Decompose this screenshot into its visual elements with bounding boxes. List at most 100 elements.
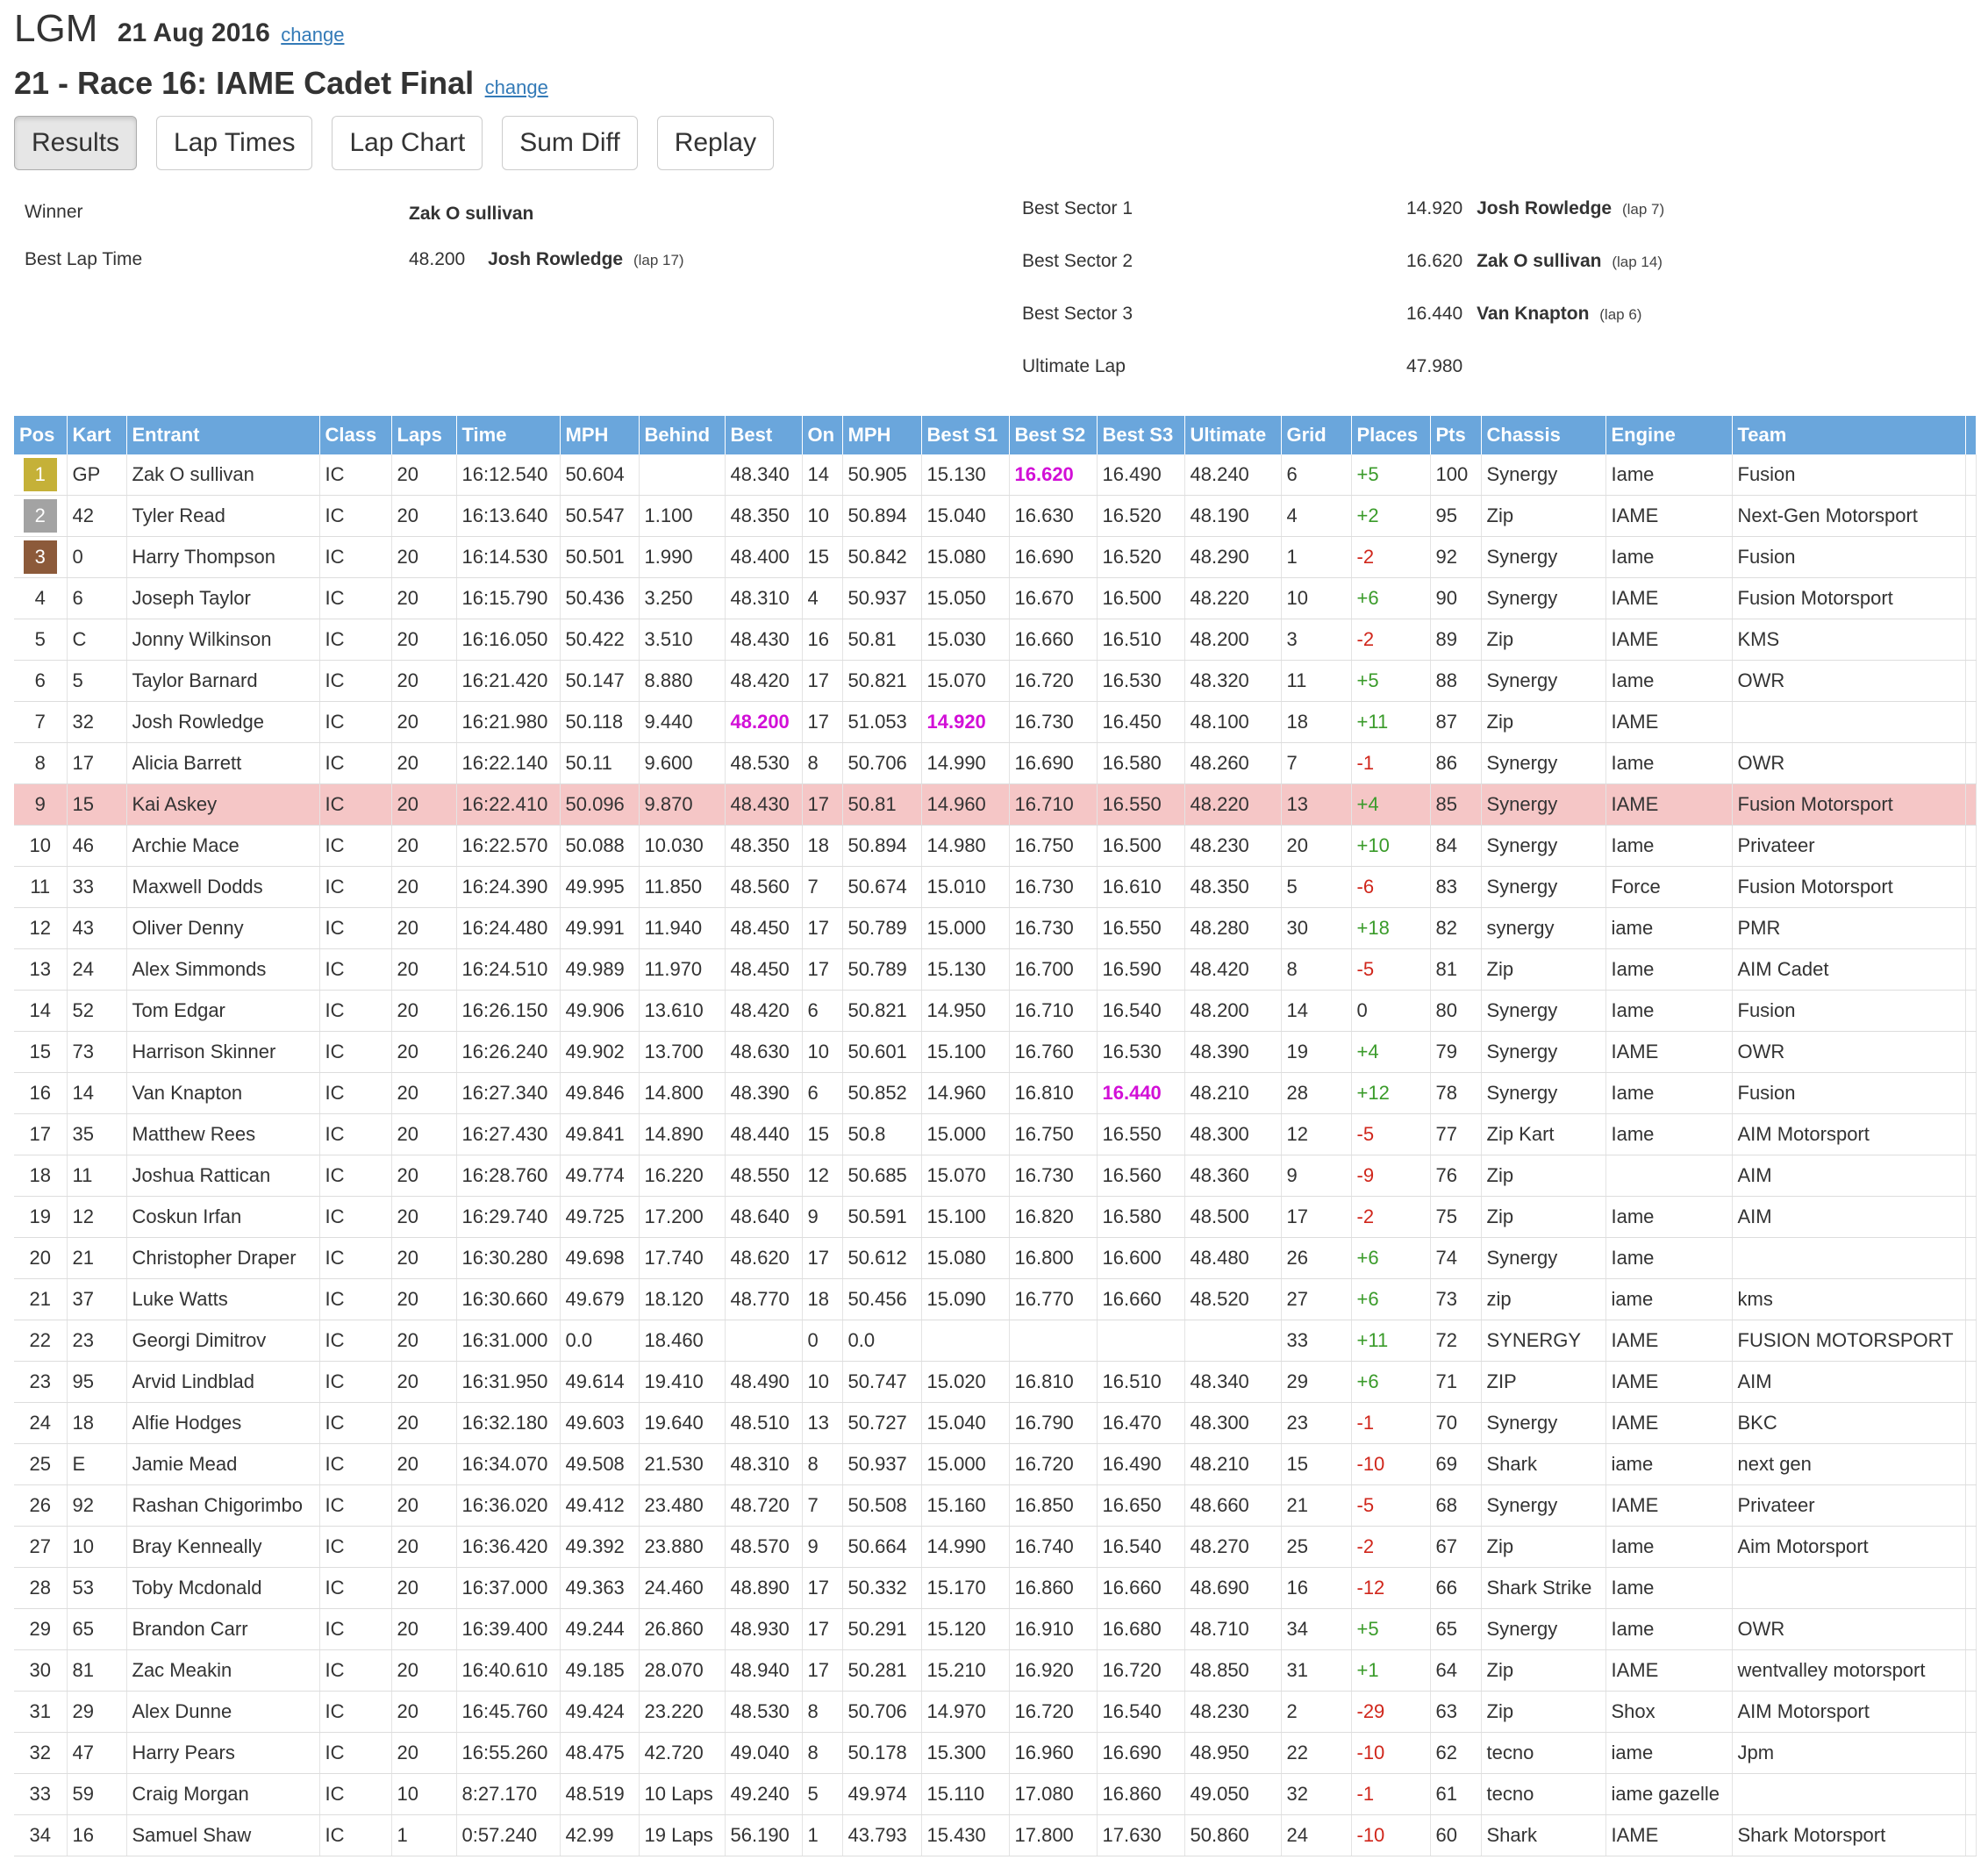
change-date-link[interactable]: change <box>281 24 344 46</box>
cell-on: 10 <box>802 1031 843 1073</box>
cell-chassis: Synergy <box>1481 1031 1606 1073</box>
table-row[interactable]: 12 43 Oliver Denny IC 20 16:24.480 49.991 11.94… <box>14 907 1977 949</box>
cell-engine: Iame <box>1605 990 1733 1032</box>
table-row[interactable]: 18 11 Joshua Rattican IC 20 16:28.760 49.774 16… <box>14 1155 1977 1197</box>
column-header-laps[interactable]: Laps <box>391 416 457 454</box>
table-row[interactable]: 2 42 Tyler Read IC 20 16:13.640 50.547 1.100 48.… <box>14 495 1977 537</box>
table-row[interactable]: 11 33 Maxwell Dodds IC 20 16:24.390 49.995 11.8… <box>14 866 1977 908</box>
cell-laps: 20 <box>391 1608 457 1650</box>
table-row[interactable]: 10 46 Archie Mace IC 20 16:22.570 50.088 10.030… <box>14 825 1977 867</box>
cell-chassis: Zip <box>1481 948 1606 991</box>
column-header-mph[interactable]: MPH <box>560 416 640 454</box>
venue-name: LGM <box>14 7 98 50</box>
cell-pts: 82 <box>1430 907 1482 949</box>
tab-lap-chart[interactable]: Lap Chart <box>332 116 483 170</box>
table-row[interactable]: 24 18 Alfie Hodges IC 20 16:32.180 49.603 19.64… <box>14 1402 1977 1444</box>
table-row[interactable]: 21 37 Luke Watts IC 20 16:30.660 49.679 18.120 4… <box>14 1278 1977 1320</box>
tab-replay[interactable]: Replay <box>656 116 775 170</box>
table-row[interactable]: 6 5 Taylor Barnard IC 20 16:21.420 50.147 8.880… <box>14 660 1977 702</box>
cell-mph: 50.118 <box>560 701 640 743</box>
cell-ultimate: 48.950 <box>1184 1732 1282 1774</box>
cell-pts: 72 <box>1430 1320 1482 1362</box>
table-row[interactable]: 32 47 Harry Pears IC 20 16:55.260 48.475 42.720… <box>14 1732 1977 1774</box>
cell-best-s2: 16.660 <box>1009 619 1098 661</box>
table-row[interactable]: 29 65 Brandon Carr IC 20 16:39.400 49.244 26.86… <box>14 1608 1977 1650</box>
column-header-kart[interactable]: Kart <box>67 416 127 454</box>
table-row[interactable]: 3 0 Harry Thompson IC 20 16:14.530 50.501 1.990… <box>14 536 1977 578</box>
table-row[interactable]: 16 14 Van Knapton IC 20 16:27.340 49.846 14.800… <box>14 1072 1977 1114</box>
cell-behind <box>639 454 726 496</box>
table-row[interactable]: 22 23 Georgi Dimitrov IC 20 16:31.000 0.0 18.46… <box>14 1320 1977 1362</box>
column-header-class[interactable]: Class <box>319 416 392 454</box>
table-row[interactable]: 15 73 Harrison Skinner IC 20 16:26.240 49.902 1… <box>14 1031 1977 1073</box>
column-header-places[interactable]: Places <box>1351 416 1431 454</box>
cell-best-lap-mph: 50.821 <box>842 660 922 702</box>
change-race-link[interactable]: change <box>485 76 548 98</box>
results-page: LGM 21 Aug 2016 change 21 - Race 16: IAM… <box>0 0 1988 1867</box>
cell-kart: GP <box>67 454 127 496</box>
table-row[interactable]: 4 6 Joseph Taylor IC 20 16:15.790 50.436 3.250 4… <box>14 577 1977 619</box>
cell-best: 48.570 <box>725 1526 803 1568</box>
cell-class: IC <box>319 495 392 537</box>
column-header-pos[interactable]: Pos <box>14 416 68 454</box>
column-header-chassis[interactable]: Chassis <box>1481 416 1606 454</box>
column-header-grid[interactable]: Grid <box>1281 416 1352 454</box>
table-row[interactable]: 9 15 Kai Askey IC 20 16:22.410 50.096 9.870 48.4… <box>14 783 1977 826</box>
table-row[interactable]: 1 GP Zak O sullivan IC 20 16:12.540 50.604 48.3… <box>14 454 1977 496</box>
cell-best-s1 <box>921 1320 1010 1362</box>
table-row[interactable]: 13 24 Alex Simmonds IC 20 16:24.510 49.989 11.9… <box>14 948 1977 991</box>
column-header-ultimate[interactable]: Ultimate <box>1184 416 1282 454</box>
table-row[interactable]: 33 59 Craig Morgan IC 10 8:27.170 48.519 10 Lap… <box>14 1773 1977 1815</box>
table-row[interactable]: 30 81 Zac Meakin IC 20 16:40.610 49.185 28.070 4… <box>14 1649 1977 1692</box>
best-sector2-time: 16.620 <box>1406 251 1463 271</box>
cell-kart: 73 <box>67 1031 127 1073</box>
table-row[interactable]: 7 32 Josh Rowledge IC 20 16:21.980 50.118 9.440… <box>14 701 1977 743</box>
table-row[interactable]: 17 35 Matthew Rees IC 20 16:27.430 49.841 14.89… <box>14 1113 1977 1155</box>
column-header-entrant[interactable]: Entrant <box>126 416 320 454</box>
table-row[interactable]: 25 E Jamie Mead IC 20 16:34.070 49.508 21.530 48… <box>14 1443 1977 1485</box>
cell-best: 48.450 <box>725 948 803 991</box>
tab-sum-diff[interactable]: Sum Diff <box>502 116 638 170</box>
column-header-best-s1[interactable]: Best S1 <box>921 416 1010 454</box>
column-header-behind[interactable]: Behind <box>639 416 726 454</box>
tab-lap-times[interactable]: Lap Times <box>156 116 313 170</box>
table-row[interactable]: 8 17 Alicia Barrett IC 20 16:22.140 50.11 9.600… <box>14 742 1977 784</box>
cell-time: 16:22.410 <box>456 783 561 826</box>
cell-best-s3: 16.540 <box>1097 1526 1185 1568</box>
table-row[interactable]: 34 16 Samuel Shaw IC 1 0:57.240 42.99 19 Laps 56… <box>14 1814 1977 1856</box>
table-row[interactable]: 31 29 Alex Dunne IC 20 16:45.760 49.424 23.220 4… <box>14 1691 1977 1733</box>
cell-chassis: Zip <box>1481 1649 1606 1692</box>
column-header-best-s3[interactable]: Best S3 <box>1097 416 1185 454</box>
table-row[interactable]: 23 95 Arvid Lindblad IC 20 16:31.950 49.614 19.… <box>14 1361 1977 1403</box>
cell-pos: 30 <box>14 1649 68 1692</box>
cell-pts: 60 <box>1430 1814 1482 1856</box>
cell-time: 16:31.950 <box>456 1361 561 1403</box>
column-header-time[interactable]: Time <box>456 416 561 454</box>
cell-chassis: ZIP <box>1481 1361 1606 1403</box>
column-header-engine[interactable]: Engine <box>1605 416 1733 454</box>
cell-chassis: Synergy <box>1481 1484 1606 1527</box>
column-header-best-s2[interactable]: Best S2 <box>1009 416 1098 454</box>
cell-spacer <box>1965 1278 1977 1320</box>
cell-best-s2: 16.730 <box>1009 866 1098 908</box>
column-header-team[interactable]: Team <box>1732 416 1966 454</box>
table-row[interactable]: 14 52 Tom Edgar IC 20 16:26.150 49.906 13.610 48… <box>14 990 1977 1032</box>
cell-best-s3: 16.690 <box>1097 1732 1185 1774</box>
column-header-pts[interactable]: Pts <box>1430 416 1482 454</box>
table-row[interactable]: 20 21 Christopher Draper IC 20 16:30.280 49.69… <box>14 1237 1977 1279</box>
cell-entrant: Joshua Rattican <box>126 1155 320 1197</box>
column-header-best[interactable]: Best <box>725 416 803 454</box>
table-row[interactable]: 28 53 Toby Mcdonald IC 20 16:37.000 49.363 24.4… <box>14 1567 1977 1609</box>
tab-results[interactable]: Results <box>14 116 138 170</box>
table-row[interactable]: 5 C Jonny Wilkinson IC 20 16:16.050 50.422 3.51… <box>14 619 1977 661</box>
column-header-on[interactable]: On <box>802 416 843 454</box>
table-row[interactable]: 19 12 Coskun Irfan IC 20 16:29.740 49.725 17.20… <box>14 1196 1977 1238</box>
table-row[interactable]: 27 10 Bray Kenneally IC 20 16:36.420 49.392 23.… <box>14 1526 1977 1568</box>
cell-places: -5 <box>1351 948 1431 991</box>
cell-laps: 20 <box>391 701 457 743</box>
column-header-best-lap-mph[interactable]: MPH <box>842 416 922 454</box>
cell-team: Fusion <box>1732 454 1966 496</box>
cell-best-s2: 16.860 <box>1009 1567 1098 1609</box>
cell-best-s2: 16.710 <box>1009 990 1098 1032</box>
table-row[interactable]: 26 92 Rashan Chigorimbo IC 20 16:36.020 49.412… <box>14 1484 1977 1527</box>
